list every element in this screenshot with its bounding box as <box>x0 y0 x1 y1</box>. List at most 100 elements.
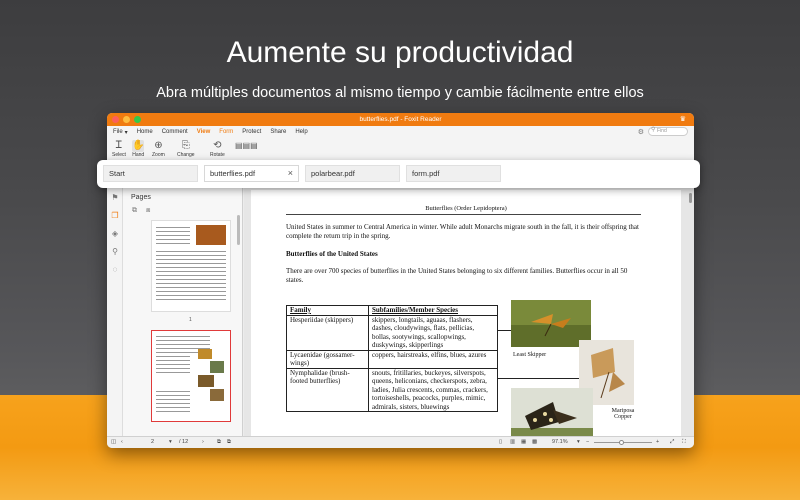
table-row: Lycaenidae (gossamer-wings) coppers, hai… <box>286 349 498 369</box>
attachment-icon[interactable]: ⚲ <box>110 247 120 257</box>
next-page-icon[interactable]: › <box>202 439 204 445</box>
table-header-row: Family Subfamilies/Member Species <box>286 305 498 316</box>
pages-panel: Pages ⧉ ⧈ 1 <box>123 187 243 436</box>
minimize-window-button[interactable] <box>123 116 130 123</box>
menu-right-tools: ⚙ Find <box>638 127 688 136</box>
change-tool-button[interactable]: ⎘ Change <box>177 140 195 158</box>
menu-file-label: File <box>113 129 123 135</box>
zoom-out-icon[interactable]: − <box>586 439 589 445</box>
zoom-tool-label: Zoom <box>152 152 165 158</box>
table-header-species: Subfamilies/Member Species <box>368 305 498 316</box>
pages-icon[interactable]: ❐ <box>110 211 120 221</box>
cover-page-icon[interactable]: ▩ <box>532 439 537 445</box>
zoom-in-icon[interactable]: + <box>656 439 659 445</box>
pdf-page: Butterflies (Order Lepidoptera) United S… <box>251 190 681 436</box>
current-page-field[interactable]: 2 <box>151 439 154 445</box>
caption-least-skipper: Least Skipper <box>513 352 547 358</box>
tab-start[interactable]: Start <box>103 165 198 182</box>
menu-bar: File ▾ Home Comment View Form Protect Sha… <box>107 126 694 138</box>
thumbnail-scrollbar[interactable] <box>237 215 240 245</box>
document-scrollbar[interactable] <box>689 193 692 203</box>
table-header-family: Family <box>286 305 369 316</box>
change-tool-label: Change <box>177 152 195 158</box>
table-cell: Hesperiidae (skippers) <box>286 314 369 351</box>
checkerspot-photo <box>511 388 593 436</box>
menu-form[interactable]: Form <box>219 129 233 135</box>
page-thumbnail-2[interactable] <box>151 330 231 422</box>
find-input[interactable]: Find <box>648 127 688 136</box>
hand-tool-button[interactable]: ✋ Hand <box>132 140 145 158</box>
paragraph-1: United States in summer to Central Ameri… <box>286 223 639 240</box>
zoom-icon: ⊕ <box>154 140 163 151</box>
butterfly-families-table: Family Subfamilies/Member Species Hesper… <box>286 305 498 412</box>
paragraph-2: There are over 700 species of butterflie… <box>286 267 628 284</box>
header-rule <box>286 214 641 215</box>
find-placeholder: Find <box>657 128 667 134</box>
pages-panel-tools: ⧉ ⧈ <box>132 207 150 215</box>
tab-polarbear[interactable]: polarbear.pdf <box>305 165 400 182</box>
page-thumbnail-1[interactable] <box>151 220 231 312</box>
table-cell: Nymphalidae (brush-footed butterflies) <box>286 367 369 412</box>
tab-form[interactable]: form.pdf <box>406 165 501 182</box>
section-heading: Butterflies of the United States <box>286 250 378 258</box>
document-view[interactable]: Butterflies (Order Lepidoptera) United S… <box>244 187 694 436</box>
rotate-icon: ⟲ <box>213 140 222 151</box>
change-icon: ⎘ <box>181 140 190 151</box>
tab-label: butterflies.pdf <box>210 169 256 178</box>
zoom-level[interactable]: 97.1% <box>552 439 568 445</box>
caption-mariposa-copper: Mariposa Copper <box>611 408 635 420</box>
total-pages: / 12 <box>179 439 189 445</box>
promo-headline: Aumente su productividad <box>226 36 574 69</box>
comments-icon[interactable]: ◌ <box>110 265 120 275</box>
hand-tool-label: Hand <box>132 152 145 158</box>
page-delete-icon[interactable]: ⧈ <box>146 207 150 215</box>
leader-line <box>497 330 511 331</box>
zoom-slider-handle[interactable] <box>619 440 624 445</box>
status-bar: ◫ ‹ 2 ▾ / 12 › ⧉ ⧉ ▯ ▥ ▦ ▩ 97.1% ▾ − + ⤢… <box>107 436 694 448</box>
menu-share[interactable]: Share <box>270 129 286 135</box>
table-cell: snouts, fritillaries, buckeyes, silversp… <box>368 367 498 412</box>
fullscreen-icon[interactable]: ⛶ <box>682 439 686 446</box>
page-options-icon[interactable]: ⧉ <box>132 207 137 215</box>
menu-protect[interactable]: Protect <box>242 129 261 135</box>
crown-icon[interactable]: ♛ <box>680 115 686 123</box>
menu-comment[interactable]: Comment <box>162 129 188 135</box>
table-cell: Lycaenidae (gossamer-wings) <box>286 349 369 369</box>
chevron-down-icon[interactable]: ▾ <box>169 439 172 445</box>
menu-home[interactable]: Home <box>137 129 153 135</box>
page-header: Butterflies (Order Lepidoptera) <box>425 205 507 212</box>
close-tab-icon[interactable]: × <box>288 168 293 178</box>
bookmark-icon[interactable]: ⚑ <box>110 193 120 203</box>
page-layout-buttons[interactable]: ▤▤▤ <box>235 140 258 152</box>
previous-page-icon[interactable]: ‹ <box>121 439 123 445</box>
hand-icon: ✋ <box>132 140 145 152</box>
tab-butterflies[interactable]: butterflies.pdf × <box>204 165 299 182</box>
chevron-down-icon[interactable]: ▾ <box>577 439 580 445</box>
page-view-icon[interactable]: ⧉ <box>227 439 231 446</box>
menu-file[interactable]: File ▾ <box>113 129 128 136</box>
zoom-window-button[interactable] <box>134 116 141 123</box>
continuous-page-icon[interactable]: ▥ <box>510 439 515 445</box>
rotate-tool-label: Rotate <box>210 152 225 158</box>
leader-line <box>497 378 579 379</box>
close-window-button[interactable] <box>112 116 119 123</box>
rotate-tool-button[interactable]: ⟲ Rotate <box>210 140 225 158</box>
menu-view[interactable]: View <box>197 129 211 135</box>
left-navigation-rail: ⚑ ❐ ◈ ⚲ ◌ <box>107 187 123 436</box>
zoom-tool-button[interactable]: ⊕ Zoom <box>152 140 165 158</box>
table-row: Nymphalidae (brush-footed butterflies) s… <box>286 367 498 412</box>
thumbnail-page-number: 1 <box>189 317 192 323</box>
menu-help[interactable]: Help <box>295 129 307 135</box>
select-tool-button[interactable]: Ꮖ Select <box>112 140 126 158</box>
facing-page-icon[interactable]: ▦ <box>521 439 526 445</box>
text-cursor-icon: Ꮖ <box>115 140 123 151</box>
sidebar-toggle-icon[interactable]: ◫ <box>111 439 116 445</box>
fit-page-icon[interactable]: ⤢ <box>670 439 674 446</box>
document-tab-strip: Start butterflies.pdf × polarbear.pdf for… <box>97 160 700 188</box>
single-page-icon[interactable]: ▯ <box>499 439 502 445</box>
pages-panel-title: Pages <box>131 194 151 201</box>
tab-label: form.pdf <box>412 169 440 178</box>
preferences-icon[interactable]: ⚙ <box>638 128 644 136</box>
copy-page-icon[interactable]: ⧉ <box>217 439 221 446</box>
layers-icon[interactable]: ◈ <box>110 229 120 239</box>
